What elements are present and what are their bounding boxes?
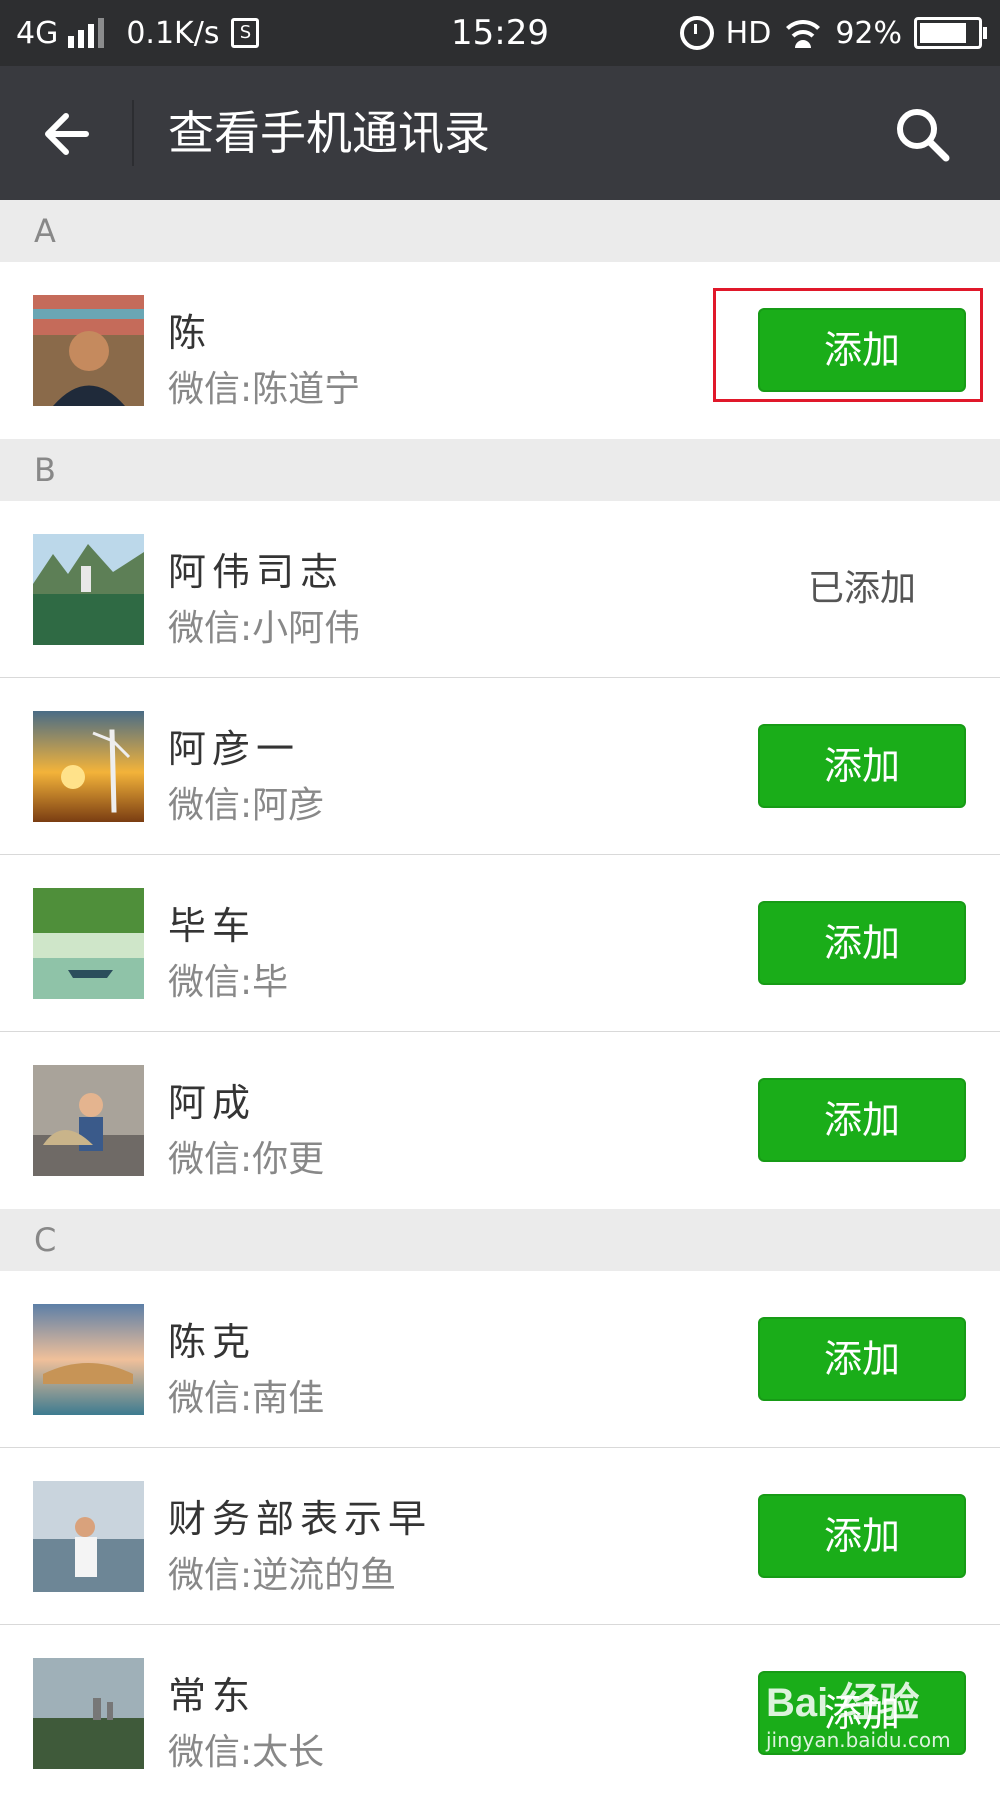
back-arrow-icon[interactable] xyxy=(40,106,96,162)
contact-wechat-id: 微信:毕 xyxy=(168,962,289,1003)
contact-avatar xyxy=(33,1065,144,1176)
contact-name: 常东 xyxy=(168,1674,257,1718)
contact-row[interactable]: 阿成 微信:你更 添加 xyxy=(0,1032,1000,1209)
status-right: HD 92% xyxy=(679,12,987,54)
added-status: 已添加 xyxy=(807,568,916,609)
hd-indicator: HD xyxy=(725,15,772,51)
contact-name: 阿成 xyxy=(168,1081,257,1125)
contact-name: 毕车 xyxy=(168,904,257,948)
section-header-c: C xyxy=(0,1209,1000,1271)
highlight-annotation xyxy=(713,288,983,402)
add-contact-button[interactable]: 添加 xyxy=(758,1078,966,1162)
battery-icon xyxy=(914,17,987,49)
contact-wechat-id: 微信:阿彦 xyxy=(168,785,325,826)
baidu-watermark: Bai 经验 jingyan.baidu.com xyxy=(766,1670,966,1770)
contact-avatar xyxy=(33,1658,144,1769)
contact-wechat-id: 微信:陈道宁 xyxy=(168,369,361,410)
add-contact-button[interactable]: 添加 xyxy=(758,1494,966,1578)
search-icon[interactable] xyxy=(892,104,952,164)
contact-list: A 陈 微信:陈道宁 添加 B 阿伟司志 微信:小阿伟 已添加 阿彦一 微信:阿… xyxy=(0,200,1000,1802)
watermark-logo: Bai 经验 xyxy=(766,1681,920,1725)
contact-avatar xyxy=(33,711,144,822)
battery-fill xyxy=(920,23,966,43)
contact-wechat-id: 微信:南佳 xyxy=(168,1378,325,1419)
add-contact-button[interactable]: 添加 xyxy=(758,724,966,808)
battery-percent: 92% xyxy=(835,15,902,51)
contact-row[interactable]: 阿伟司志 微信:小阿伟 已添加 xyxy=(0,501,1000,678)
watermark-url: jingyan.baidu.com xyxy=(766,1728,951,1752)
status-bar: 4G 0.1K/s S 15:29 HD 92% xyxy=(0,0,1000,66)
contact-avatar xyxy=(33,295,144,406)
contact-wechat-id: 微信:逆流的鱼 xyxy=(168,1555,397,1596)
section-header-a: A xyxy=(0,200,1000,262)
contact-wechat-id: 微信:小阿伟 xyxy=(168,608,361,649)
contact-avatar xyxy=(33,888,144,999)
contact-avatar xyxy=(33,534,144,645)
add-contact-button[interactable]: 添加 xyxy=(758,1317,966,1401)
contact-row[interactable]: 阿彦一 微信:阿彦 添加 xyxy=(0,678,1000,855)
section-header-b: B xyxy=(0,439,1000,501)
contact-wechat-id: 微信:你更 xyxy=(168,1139,325,1180)
contact-row[interactable]: 陈克 微信:南佳 添加 xyxy=(0,1271,1000,1448)
add-contact-button[interactable]: 添加 xyxy=(758,901,966,985)
contact-name: 阿伟司志 xyxy=(168,550,345,594)
alarm-icon xyxy=(679,16,714,50)
nav-divider xyxy=(132,100,134,166)
contact-name: 财务部表示早 xyxy=(168,1497,433,1541)
contact-row[interactable]: 毕车 微信:毕 添加 xyxy=(0,855,1000,1032)
contact-name: 阿彦一 xyxy=(168,727,301,771)
contact-avatar xyxy=(33,1304,144,1415)
contact-name: 陈 xyxy=(168,311,213,355)
contact-avatar xyxy=(33,1481,144,1592)
contact-name: 陈克 xyxy=(168,1320,257,1364)
contact-wechat-id: 微信:太长 xyxy=(168,1732,325,1773)
nav-bar: 查看手机通讯录 xyxy=(0,66,1000,200)
page-title: 查看手机通讯录 xyxy=(168,106,490,160)
contact-row[interactable]: 财务部表示早 微信:逆流的鱼 添加 xyxy=(0,1448,1000,1625)
wifi-icon xyxy=(783,18,824,48)
